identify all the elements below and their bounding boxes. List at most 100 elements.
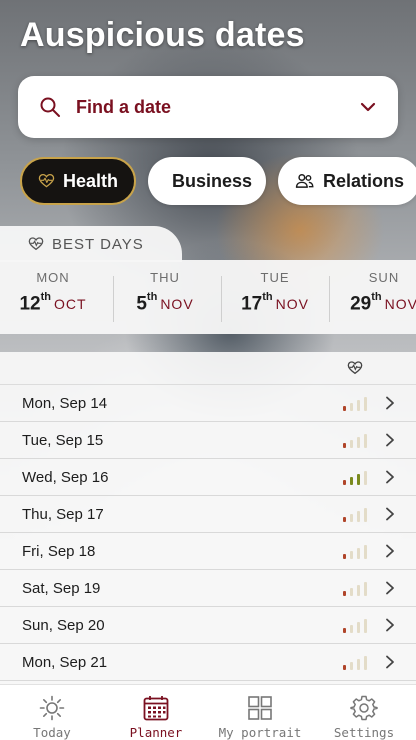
date-row[interactable]: Thu, Sep 17 <box>0 496 416 533</box>
date-row[interactable]: Mon, Sep 14 <box>0 385 416 422</box>
category-business[interactable]: Business <box>148 157 266 205</box>
chevron-right-icon <box>386 618 394 632</box>
rating-bars-icon <box>343 508 367 522</box>
tab-settings-label: Settings <box>333 725 395 740</box>
category-health[interactable]: Health <box>20 157 136 205</box>
best-days-label: BEST DAYS <box>52 235 144 253</box>
heart-pulse-icon <box>38 173 55 188</box>
best-day-month: NOV <box>384 296 416 313</box>
date-row-label: Mon, Sep 14 <box>22 394 108 412</box>
best-day-month: OCT <box>53 296 87 313</box>
date-list: Mon, Sep 14 Tue, Sep 15 Wed, Sep 16 Thu, Se… <box>0 352 416 684</box>
rating-bar <box>364 656 367 670</box>
date-row-label: Sat, Sep 19 <box>22 579 101 597</box>
best-day-month: NOV <box>160 296 194 313</box>
chevron-right-icon <box>386 507 394 521</box>
category-filters: Health Business Relations <box>18 157 416 207</box>
find-date-label: Find a date <box>76 96 172 117</box>
rating-bar <box>343 480 346 485</box>
rating-bar <box>343 554 346 559</box>
best-day-weekday: SUN <box>368 270 400 285</box>
date-row-label: Thu, Sep 17 <box>22 505 104 523</box>
date-row[interactable]: Sat, Sep 19 <box>0 570 416 607</box>
date-row-label: Mon, Sep 21 <box>22 653 108 671</box>
find-date-dropdown[interactable]: Find a date <box>18 76 398 138</box>
category-health-label: Health <box>62 170 118 191</box>
rating-bar <box>350 440 353 448</box>
rating-bar <box>343 517 346 522</box>
best-day-month: NOV <box>275 296 309 313</box>
rating-bar <box>364 434 367 448</box>
rating-bars-icon <box>343 397 367 411</box>
date-row[interactable]: Fri, Sep 18 <box>0 533 416 570</box>
rating-bars-icon <box>343 582 367 596</box>
rating-bar <box>343 591 346 596</box>
calendar-icon <box>143 696 169 721</box>
best-day-item[interactable]: MON 12th OCT <box>0 268 106 328</box>
date-row[interactable]: Mon, Sep 21 <box>0 644 416 681</box>
tab-settings[interactable]: Settings <box>312 691 416 740</box>
date-row-label: Tue, Sep 15 <box>22 431 104 449</box>
chevron-right-icon <box>386 544 394 558</box>
category-relations[interactable]: Relations <box>278 157 416 205</box>
rating-bar <box>357 400 360 411</box>
best-day-number: 17 <box>241 293 263 315</box>
rating-bars-icon <box>343 434 367 448</box>
rating-bar <box>357 585 360 596</box>
rating-bar <box>350 588 353 596</box>
rating-bar <box>350 551 353 559</box>
chevron-right-icon <box>386 655 394 669</box>
tab-my-portrait[interactable]: My portrait <box>208 691 312 740</box>
heart-pulse-icon <box>347 361 363 375</box>
rating-bar <box>350 514 353 522</box>
best-day-suffix: th <box>146 291 158 303</box>
best-day-weekday: THU <box>150 270 180 285</box>
best-day-number: 12 <box>19 293 41 315</box>
date-row[interactable]: Tue, Sep 15 <box>0 422 416 459</box>
rating-bar <box>343 406 346 411</box>
date-row-label: Sun, Sep 20 <box>22 616 105 634</box>
best-day-number: 5 <box>136 293 147 315</box>
best-day-suffix: th <box>40 291 51 303</box>
rating-bar <box>357 511 360 522</box>
rating-bars-icon <box>343 619 367 633</box>
rating-bars-icon <box>343 656 367 670</box>
best-day-weekday: TUE <box>260 270 290 285</box>
tab-planner-label: Planner <box>129 725 183 740</box>
best-day-item[interactable]: SUN 29th NOV <box>331 268 416 328</box>
date-row[interactable]: Sun, Sep 20 <box>0 607 416 644</box>
best-day-suffix: th <box>262 291 273 303</box>
rating-bar <box>343 665 346 670</box>
tab-today-label: Today <box>33 725 71 740</box>
bottom-tab-bar: Today Planner My portrait Settings <box>0 684 416 740</box>
chevron-right-icon <box>386 433 394 447</box>
rating-bar <box>357 659 360 670</box>
rating-bars-icon <box>343 471 367 485</box>
date-row-label: Fri, Sep 18 <box>22 542 96 560</box>
chevron-down-icon <box>360 102 376 112</box>
date-row-label: Wed, Sep 16 <box>22 468 109 486</box>
search-icon <box>40 97 60 117</box>
date-list-header <box>0 352 416 385</box>
best-days-carousel[interactable]: MON 12th OCT THU 5th NOV TUE 17th NOV SUN 2… <box>0 260 416 334</box>
date-row[interactable]: Wed, Sep 16 <box>0 459 416 496</box>
rating-bar <box>364 508 367 522</box>
best-day-item[interactable]: THU 5th NOV <box>112 268 218 328</box>
chevron-right-icon <box>386 396 394 410</box>
sun-icon <box>39 695 65 721</box>
best-day-item[interactable]: TUE 17th NOV <box>222 268 328 328</box>
chevron-right-icon <box>386 470 394 484</box>
page-title: Auspicious dates <box>20 16 305 54</box>
rating-bar <box>357 437 360 448</box>
gear-icon <box>350 695 378 721</box>
people-icon <box>295 173 314 188</box>
rating-bar <box>357 622 360 633</box>
rating-bar <box>343 628 346 633</box>
grid-icon <box>248 696 272 720</box>
rating-bar <box>343 443 346 448</box>
tab-today[interactable]: Today <box>0 691 104 740</box>
best-days-header: BEST DAYS <box>0 226 182 262</box>
tab-planner[interactable]: Planner <box>104 691 208 740</box>
rating-bar <box>364 545 367 559</box>
rating-bar <box>350 477 353 485</box>
